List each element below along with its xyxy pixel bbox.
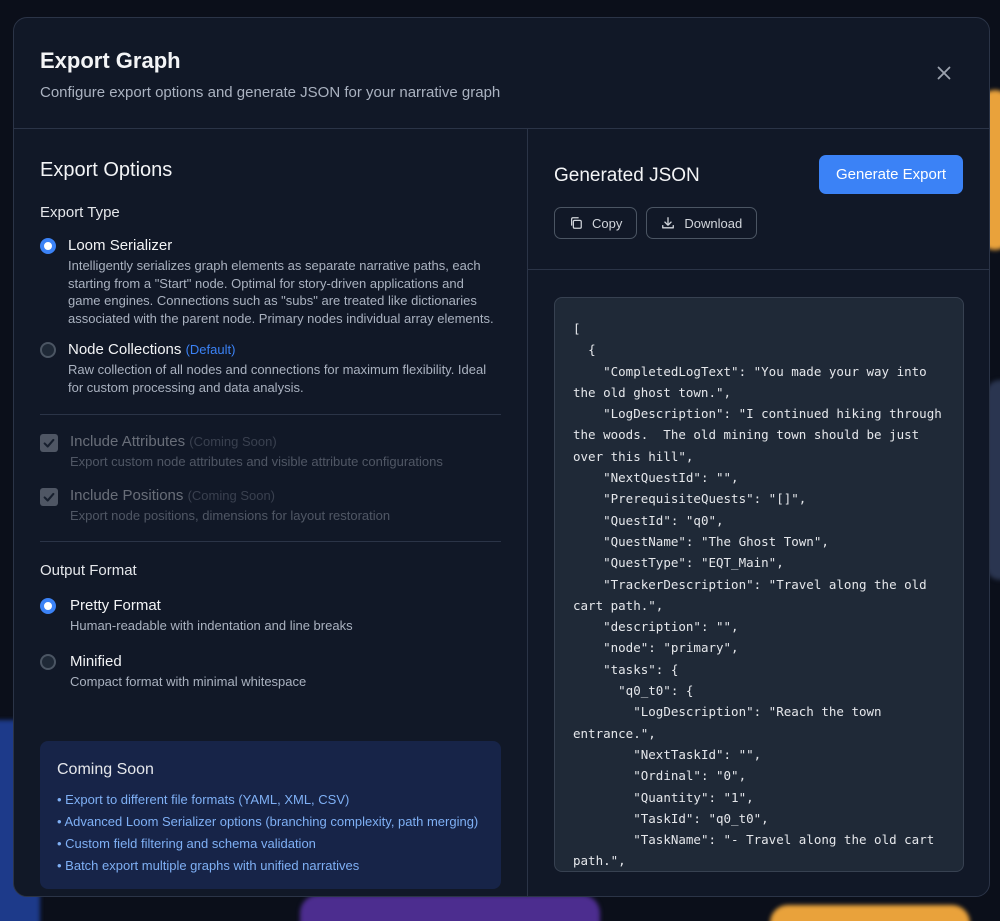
include-attributes-checkbox[interactable] [40,434,58,452]
copy-label: Copy [592,215,623,231]
pretty-format-title: Pretty Format [70,597,161,614]
coming-soon-list: • Export to different file formats (YAML… [57,789,484,877]
coming-soon-tag: (Coming Soon) [187,488,276,503]
dialog-title: Export Graph [40,48,181,73]
include-attributes-desc: Export custom node attributes and visibl… [70,454,443,469]
divider [40,541,501,542]
list-item: • Custom field filtering and schema vali… [57,836,316,851]
list-item: • Export to different file formats (YAML… [57,792,350,807]
pretty-format-desc: Human-readable with indentation and line… [70,618,353,633]
json-output[interactable]: [ { "CompletedLogText": "You made your w… [554,297,964,872]
json-panel-header: Generated JSON Generate Export Copy Down… [528,129,989,270]
json-panel: Generated JSON Generate Export Copy Down… [528,129,989,896]
dialog-subtitle: Configure export options and generate JS… [40,84,501,101]
default-tag: (Default) [185,342,236,357]
coming-soon-tag: (Coming Soon) [189,434,277,449]
loom-serializer-option[interactable]: Loom Serializer Intelligently serializes… [40,237,501,327]
check-icon [43,492,55,502]
minified-radio[interactable] [40,653,56,670]
download-button[interactable]: Download [646,207,758,239]
generate-export-button[interactable]: Generate Export [819,155,963,194]
loom-serializer-radio[interactable] [40,238,56,254]
download-icon [662,217,675,229]
list-item: • Batch export multiple graphs with unif… [57,858,360,873]
include-attributes-option[interactable]: Include Attributes (Coming Soon) Export … [40,433,501,469]
pretty-format-option[interactable]: Pretty Format Human-readable with indent… [40,597,501,635]
include-positions-desc: Export node positions, dimensions for la… [70,508,391,523]
output-format-label: Output Format [40,562,137,579]
divider [40,414,501,415]
coming-soon-box: Coming Soon • Export to different file f… [40,741,501,889]
node-collections-radio[interactable] [40,342,56,358]
include-positions-checkbox[interactable] [40,488,58,506]
include-positions-option[interactable]: Include Positions (Coming Soon) Export n… [40,487,501,523]
dialog-header: Export Graph Configure export options an… [14,18,989,129]
json-code: [ { "CompletedLogText": "You made your w… [573,321,942,869]
export-options-panel: Export Options Export Type Loom Serializ… [14,129,528,896]
close-icon [937,66,951,80]
node-collections-desc: Raw collection of all nodes and connecti… [68,362,487,395]
minified-desc: Compact format with minimal whitespace [70,673,307,689]
list-item: • Advanced Loom Serializer options (bran… [57,814,479,829]
loom-serializer-desc: Intelligently serializes graph elements … [68,258,494,326]
export-graph-dialog: Export Graph Configure export options an… [13,17,990,897]
copy-icon [571,217,582,229]
minified-title: Minified [70,652,122,670]
pretty-format-radio[interactable] [40,598,56,614]
check-icon [43,438,55,448]
include-positions-title: Include Positions [70,487,184,504]
export-options-title: Export Options [40,159,173,181]
loom-serializer-title: Loom Serializer [68,237,173,254]
node-collections-title: Node Collections [68,341,182,358]
copy-button[interactable]: Copy [554,207,638,239]
minified-option[interactable]: Minified Compact format with minimal whi… [40,653,501,691]
close-button[interactable] [933,62,955,84]
download-label: Download [684,215,743,231]
export-type-label: Export Type [40,204,120,221]
include-attributes-title: Include Attributes [70,433,186,450]
coming-soon-title: Coming Soon [57,761,154,778]
node-collections-option[interactable]: Node Collections (Default) Raw collectio… [40,341,501,396]
